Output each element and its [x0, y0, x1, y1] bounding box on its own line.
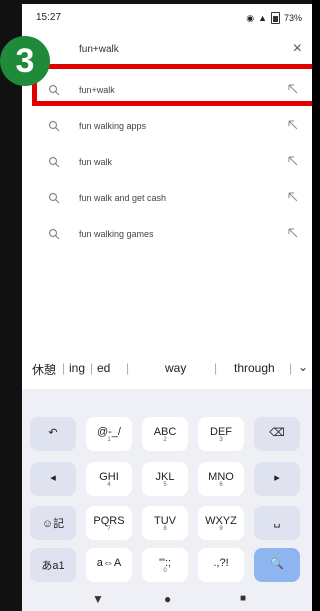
undo-key[interactable]: ↶	[30, 417, 76, 451]
navigation-bar: ▼ ● ■	[22, 587, 312, 611]
status-bar: 15:27 ◉ ▲ 73%	[22, 4, 312, 34]
case-toggle-key[interactable]: a⇔A	[86, 548, 132, 582]
prediction-item[interactable]: way	[165, 361, 186, 375]
highlight-box	[32, 64, 312, 106]
prediction-item[interactable]: ing	[69, 361, 85, 375]
search-icon	[48, 228, 60, 240]
punctuation-key[interactable]: .,?!	[198, 548, 244, 582]
key-8[interactable]: TUV 8	[142, 506, 188, 540]
battery-icon	[270, 12, 280, 24]
prediction-bar: 休憩 | ing | ed | way | through | ⌄	[22, 349, 312, 389]
search-key[interactable]: 🔍	[254, 548, 300, 582]
cursor-left-key[interactable]: ◂	[30, 462, 76, 496]
key-0[interactable]: '":; 0	[142, 548, 188, 582]
space-key[interactable]: ␣	[254, 506, 300, 540]
signal-icon: ▲	[258, 13, 267, 23]
search-icon	[48, 120, 60, 132]
status-icons: ◉ ▲ 73%	[246, 12, 302, 24]
cursor-right-key[interactable]: ▸	[254, 462, 300, 496]
search-icon	[48, 156, 60, 168]
prediction-divider: |	[289, 361, 293, 375]
key-6[interactable]: MNO 6	[198, 462, 244, 496]
suggestion-text: fun walking apps	[79, 121, 147, 131]
suggestion-item[interactable]: fun walking apps	[22, 112, 312, 142]
suggestion-text: fun walking games	[79, 229, 154, 239]
back-icon[interactable]: ▼	[92, 592, 104, 606]
key-3[interactable]: DEF 3	[198, 417, 244, 451]
fill-query-icon[interactable]	[288, 228, 298, 238]
suggestion-text: fun walk and get cash	[79, 193, 167, 203]
key-2[interactable]: ABC 2	[142, 417, 188, 451]
fill-query-icon[interactable]	[288, 120, 298, 130]
phone-screen: 15:27 ◉ ▲ 73% fun+walk × fun+walk fun wa…	[22, 4, 312, 611]
prediction-divider: |	[126, 361, 130, 375]
home-icon[interactable]: ●	[164, 592, 171, 606]
prediction-item[interactable]: ed	[97, 361, 110, 375]
prediction-divider: |	[62, 361, 66, 375]
key-7[interactable]: PQRS 7	[86, 506, 132, 540]
suggestion-item[interactable]: fun walking games	[22, 220, 312, 250]
emoji-key[interactable]: ☺記	[30, 506, 76, 540]
key-1[interactable]: @-_/1	[86, 417, 132, 451]
status-time: 15:27	[36, 12, 62, 23]
chevron-down-icon[interactable]: ⌄	[298, 360, 308, 374]
prediction-item[interactable]: through	[234, 361, 275, 375]
recents-icon[interactable]: ■	[240, 593, 246, 604]
key-4[interactable]: GHI 4	[86, 462, 132, 496]
step-badge: 3	[0, 36, 50, 86]
suggestion-text: fun walk	[79, 157, 113, 167]
screen-frame: 15:27 ◉ ▲ 73% fun+walk × fun+walk fun wa…	[0, 0, 312, 611]
wifi-icon: ◉	[246, 12, 255, 23]
prediction-item[interactable]: 休憩	[32, 361, 56, 378]
suggestion-item[interactable]: fun walk and get cash	[22, 184, 312, 214]
fill-query-icon[interactable]	[288, 156, 298, 166]
search-icon	[48, 192, 60, 204]
search-input[interactable]: fun+walk	[79, 44, 119, 55]
prediction-divider: |	[90, 361, 94, 375]
input-mode-key[interactable]: あa1	[30, 548, 76, 582]
key-5[interactable]: JKL 5	[142, 462, 188, 496]
fill-query-icon[interactable]	[288, 192, 298, 202]
key-9[interactable]: WXYZ 9	[198, 506, 244, 540]
backspace-key[interactable]: ⌫	[254, 417, 300, 451]
battery-percent: 73%	[283, 13, 302, 23]
prediction-divider: |	[214, 361, 218, 375]
clear-icon[interactable]: ×	[293, 40, 302, 58]
suggestion-item[interactable]: fun walk	[22, 148, 312, 178]
